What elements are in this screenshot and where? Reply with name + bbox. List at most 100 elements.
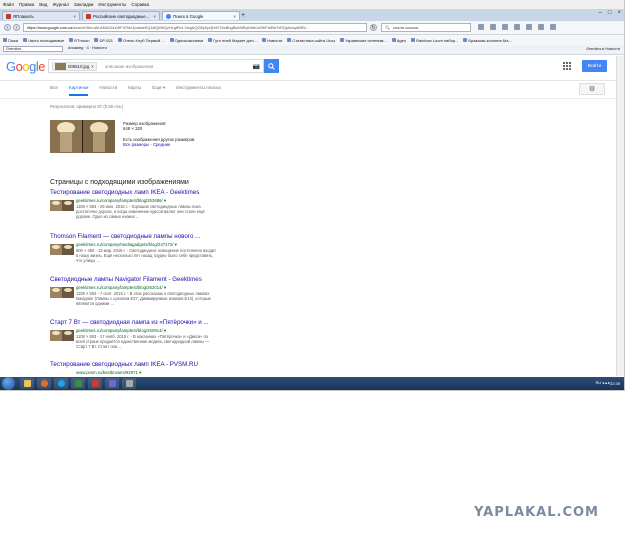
- maximize-icon[interactable]: □: [608, 10, 612, 16]
- google-logo[interactable]: Google: [6, 59, 45, 74]
- bookmark-item[interactable]: Украинские селеним...: [340, 38, 387, 43]
- tab-images[interactable]: Картинки: [68, 85, 89, 96]
- search-input[interactable]: описание изображения: [105, 64, 253, 69]
- addon-links[interactable]: Апокмед · 4 · Новости: [68, 46, 107, 50]
- bookmarks-bar: Пожа Часто посещаемые RTmoon DP-621 Отел…: [0, 35, 624, 45]
- taskbar-app[interactable]: [88, 378, 102, 389]
- bookmark-item[interactable]: Отель Клуб Первый ...: [118, 38, 165, 43]
- result-title[interactable]: Thomson Filament — светодиодные лампы но…: [50, 233, 290, 240]
- search-icon: [268, 62, 275, 70]
- size-links[interactable]: Все размеры - Средние: [123, 142, 196, 147]
- camera-icon[interactable]: 📷: [253, 63, 260, 70]
- menu-file[interactable]: Файл: [3, 2, 14, 7]
- taskbar-firefox[interactable]: [37, 378, 51, 389]
- tab-more[interactable]: Ещё ▾: [152, 85, 165, 96]
- back-icon[interactable]: ‹: [4, 24, 11, 31]
- taskbar-explorer[interactable]: [20, 378, 34, 389]
- menu-view[interactable]: Вид: [39, 2, 47, 7]
- menu-history[interactable]: Журнал: [52, 2, 68, 7]
- app-icon: [91, 380, 99, 387]
- query-filename: 006510.jpg: [68, 63, 90, 69]
- home-icon[interactable]: [514, 24, 520, 30]
- menu-icon[interactable]: [550, 24, 556, 30]
- tab-news[interactable]: Новости: [99, 85, 117, 96]
- forward-icon[interactable]: ›: [13, 24, 20, 31]
- search-button[interactable]: [264, 59, 279, 73]
- search-result: Светодиодные лампы Navigator Filament - …: [50, 276, 290, 311]
- clock[interactable]: 22:39: [610, 381, 620, 386]
- skype-icon[interactable]: [538, 24, 544, 30]
- tab-google-search[interactable]: Поиск в Google ×: [162, 11, 240, 20]
- address-bar[interactable]: https://www.google.com.ua/search?tbs=sbi…: [23, 23, 367, 32]
- taskbar-skype[interactable]: [54, 378, 68, 389]
- image-info: Размер изображения: 648 × 320 Есть изобр…: [123, 121, 196, 147]
- result-title[interactable]: Тестирование светодиодных ламп IKEA - PV…: [50, 361, 290, 368]
- result-title[interactable]: Светодиодные лампы Navigator Filament - …: [50, 276, 290, 283]
- result-thumbnail[interactable]: [50, 244, 74, 255]
- bookmark-item[interactable]: Бразская колонна Ма...: [463, 38, 512, 43]
- watermark: YAPLAKAL.COM: [474, 505, 599, 520]
- query-image[interactable]: [50, 120, 115, 153]
- windows-taskbar: RU ◂ ▴ ▸ 22:39: [0, 377, 624, 390]
- bookmark-item[interactable]: RTmoon: [69, 38, 89, 43]
- new-tab-icon[interactable]: +: [241, 12, 245, 19]
- result-title[interactable]: Старт 7 Вт — светодиодная лампа из «Пятё…: [50, 319, 290, 326]
- navigation-bar: ‹ › https://www.google.com.ua/search?tbs…: [0, 21, 624, 35]
- close-tab-icon[interactable]: ×: [233, 14, 236, 19]
- result-thumbnail[interactable]: [50, 200, 74, 211]
- browser-search-box[interactable]: 🔍 сняли ссылки: [381, 23, 471, 32]
- sign-in-button[interactable]: Войти: [582, 60, 607, 72]
- download-icon[interactable]: [502, 24, 508, 30]
- google-search-box[interactable]: 006510.jpg × описание изображения 📷: [48, 59, 264, 73]
- bookmark-icon: [3, 38, 7, 42]
- bookmark-item[interactable]: Rainbow Loom набор...: [411, 38, 458, 43]
- bookmark-item[interactable]: Статистика сайта Ucoz: [287, 38, 335, 43]
- image-query-chip[interactable]: 006510.jpg ×: [52, 61, 97, 71]
- close-window-icon[interactable]: ×: [617, 10, 621, 16]
- menu-help[interactable]: Справка: [131, 2, 149, 7]
- page-scrollbar[interactable]: [616, 56, 624, 376]
- taskbar-app[interactable]: [105, 378, 119, 389]
- minimize-icon[interactable]: –: [599, 10, 602, 16]
- result-thumbnail[interactable]: [50, 330, 74, 341]
- menu-bookmarks[interactable]: Закладки: [74, 2, 93, 7]
- system-tray[interactable]: RU ◂ ▴ ▸: [596, 380, 610, 385]
- tab-yaplakal[interactable]: ЯПлакалъ ×: [2, 11, 80, 20]
- start-button[interactable]: [2, 377, 15, 390]
- remove-chip-icon[interactable]: ×: [91, 64, 94, 69]
- menu-tools[interactable]: Инструменты: [98, 2, 126, 7]
- addon-icon[interactable]: [526, 24, 532, 30]
- tab-label: Поиск в Google: [173, 13, 204, 19]
- bookmark-icon: [208, 38, 213, 42]
- addon-right-links[interactable]: Gremlins ▸ Новости: [586, 46, 620, 51]
- reload-icon[interactable]: ↻: [370, 24, 377, 31]
- bookmark-item[interactable]: Одноклассники: [169, 38, 203, 43]
- taskbar-app[interactable]: [122, 378, 136, 389]
- result-title[interactable]: Тестирование светодиодных ламп IKEA - Ge…: [50, 189, 290, 196]
- bookmark-item[interactable]: DP-621: [94, 38, 113, 43]
- search-result: Тестирование светодиодных ламп IKEA - Ge…: [50, 189, 290, 224]
- tab-all[interactable]: Все: [50, 85, 58, 96]
- bookmark-item[interactable]: Часто посещаемые: [22, 38, 64, 43]
- logo-letter: e: [38, 59, 45, 74]
- bookmark-item[interactable]: Пожа: [3, 38, 18, 43]
- bookmark-star-icon[interactable]: [478, 24, 484, 30]
- result-thumbnail[interactable]: [50, 287, 74, 298]
- tab-search-tools[interactable]: Инструменты поиска: [176, 85, 221, 96]
- bookmark-icon: [169, 38, 174, 42]
- apps-grid-icon[interactable]: [563, 62, 571, 70]
- result-url[interactable]: www.pvsm.ru/bestbrowes/92971 ▾: [76, 370, 276, 376]
- bookmark-item[interactable]: Гугл плей Маркет дли...: [208, 38, 257, 43]
- site-favicon-icon: [86, 13, 91, 19]
- close-tab-icon[interactable]: ×: [73, 14, 76, 19]
- close-tab-icon[interactable]: ×: [153, 14, 156, 19]
- bookmark-item[interactable]: Новости: [261, 38, 282, 43]
- settings-button[interactable]: ⚙: [579, 83, 605, 95]
- addon-select[interactable]: Gremlins: [3, 46, 63, 52]
- reading-list-icon[interactable]: [490, 24, 496, 30]
- taskbar-media[interactable]: [71, 378, 85, 389]
- bookmark-item[interactable]: Ageo: [391, 38, 406, 43]
- tab-russian-led[interactable]: Российские светодиодные... ×: [82, 11, 160, 20]
- menu-edit[interactable]: Правка: [19, 2, 34, 7]
- tab-maps[interactable]: Карты: [128, 85, 141, 96]
